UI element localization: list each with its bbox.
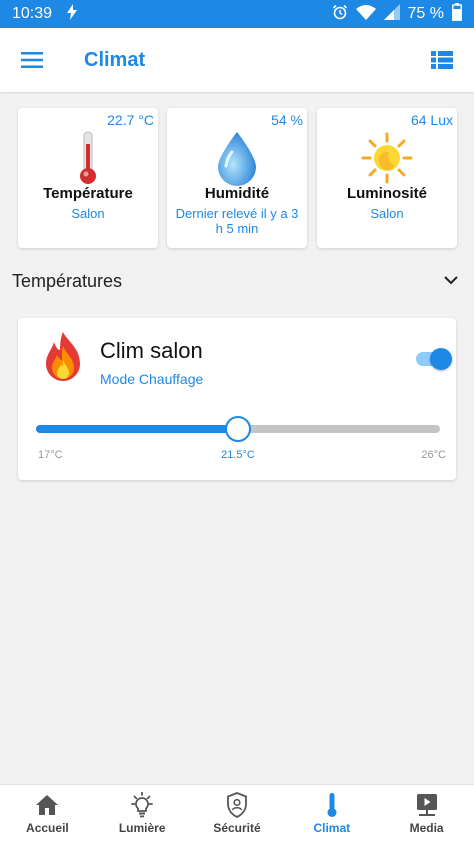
- signal-icon: [383, 3, 400, 25]
- nav-item-media[interactable]: Media: [379, 785, 474, 842]
- menu-button[interactable]: [0, 28, 64, 92]
- sensor-value: 54 %: [271, 112, 303, 128]
- clim-power-toggle[interactable]: [416, 348, 452, 370]
- nav-label: Lumière: [118, 821, 166, 835]
- clim-card: Clim salon Mode Chauffage 17°C 21.5°C 26…: [18, 318, 456, 480]
- wifi-icon: [355, 4, 376, 25]
- list-view-icon: [431, 51, 453, 69]
- media-icon: [415, 791, 439, 819]
- sensor-name: Humidité: [204, 185, 270, 202]
- flash-icon: [66, 3, 78, 25]
- slider-min-label: 17°C: [38, 449, 63, 461]
- nav-label: Climat: [313, 821, 351, 835]
- clim-mode: Mode Chauffage: [100, 371, 204, 387]
- slider-thumb[interactable]: [225, 416, 251, 442]
- slider-max-label: 26°C: [421, 449, 446, 461]
- sensor-name: Luminosité: [346, 185, 427, 202]
- toggle-knob[interactable]: [430, 348, 452, 370]
- sensor-card-humidity[interactable]: 54 % Humidité Dernier relevé il y a 3 h …: [167, 108, 307, 248]
- sensor-card-temperature[interactable]: 22.7 °C Température Salon: [18, 108, 158, 248]
- nav-label: Sécurité: [213, 821, 261, 835]
- battery-icon: [452, 2, 462, 26]
- hamburger-icon: [21, 52, 43, 68]
- status-time: 10:39: [12, 5, 53, 22]
- slider-fill: [36, 425, 238, 433]
- page-title: Climat: [84, 48, 146, 71]
- sensor-last-reading: Dernier relevé il y a 3 h 5 min: [175, 206, 299, 236]
- section-title: Températures: [12, 270, 123, 291]
- app-bar: Climat: [0, 28, 474, 92]
- nav-item-lumiere[interactable]: Lumière: [95, 785, 190, 842]
- sensor-value: 64 Lux: [410, 112, 453, 128]
- sensor-card-luminosity[interactable]: 64 Lux Luminosité Salon: [317, 108, 457, 248]
- flame-icon: [40, 330, 86, 386]
- water-drop-icon: [167, 130, 307, 188]
- nav-label: Accueil: [26, 821, 69, 835]
- nav-item-securite[interactable]: Sécurité: [190, 785, 285, 842]
- alarm-icon: [332, 4, 348, 25]
- clim-title: Clim salon: [100, 338, 203, 363]
- thermometer-icon: [325, 791, 339, 819]
- nav-label: Media: [409, 821, 444, 835]
- slider-value-label: 21.5°C: [221, 449, 255, 461]
- bottom-navigation: Accueil Lumière Sécurité Climat Media: [0, 784, 474, 842]
- section-header-temperatures[interactable]: Températures: [12, 268, 462, 294]
- nav-item-climat[interactable]: Climat: [284, 785, 379, 842]
- battery-text: 75 %: [407, 5, 444, 22]
- sun-icon: [317, 130, 457, 188]
- status-bar: 10:39 75 %: [0, 0, 474, 28]
- home-icon: [35, 791, 59, 819]
- shield-icon: [226, 791, 248, 819]
- thermometer-icon: [18, 130, 158, 188]
- sensor-value: 22.7 °C: [107, 112, 154, 128]
- nav-item-accueil[interactable]: Accueil: [0, 785, 95, 842]
- sensor-name: Température: [43, 185, 133, 202]
- lightbulb-icon: [129, 791, 155, 819]
- sensor-location: Salon: [370, 206, 404, 221]
- chevron-down-icon[interactable]: [444, 272, 458, 290]
- list-view-button[interactable]: [410, 28, 474, 92]
- temperature-slider[interactable]: [36, 416, 440, 442]
- sensor-location: Salon: [71, 206, 105, 221]
